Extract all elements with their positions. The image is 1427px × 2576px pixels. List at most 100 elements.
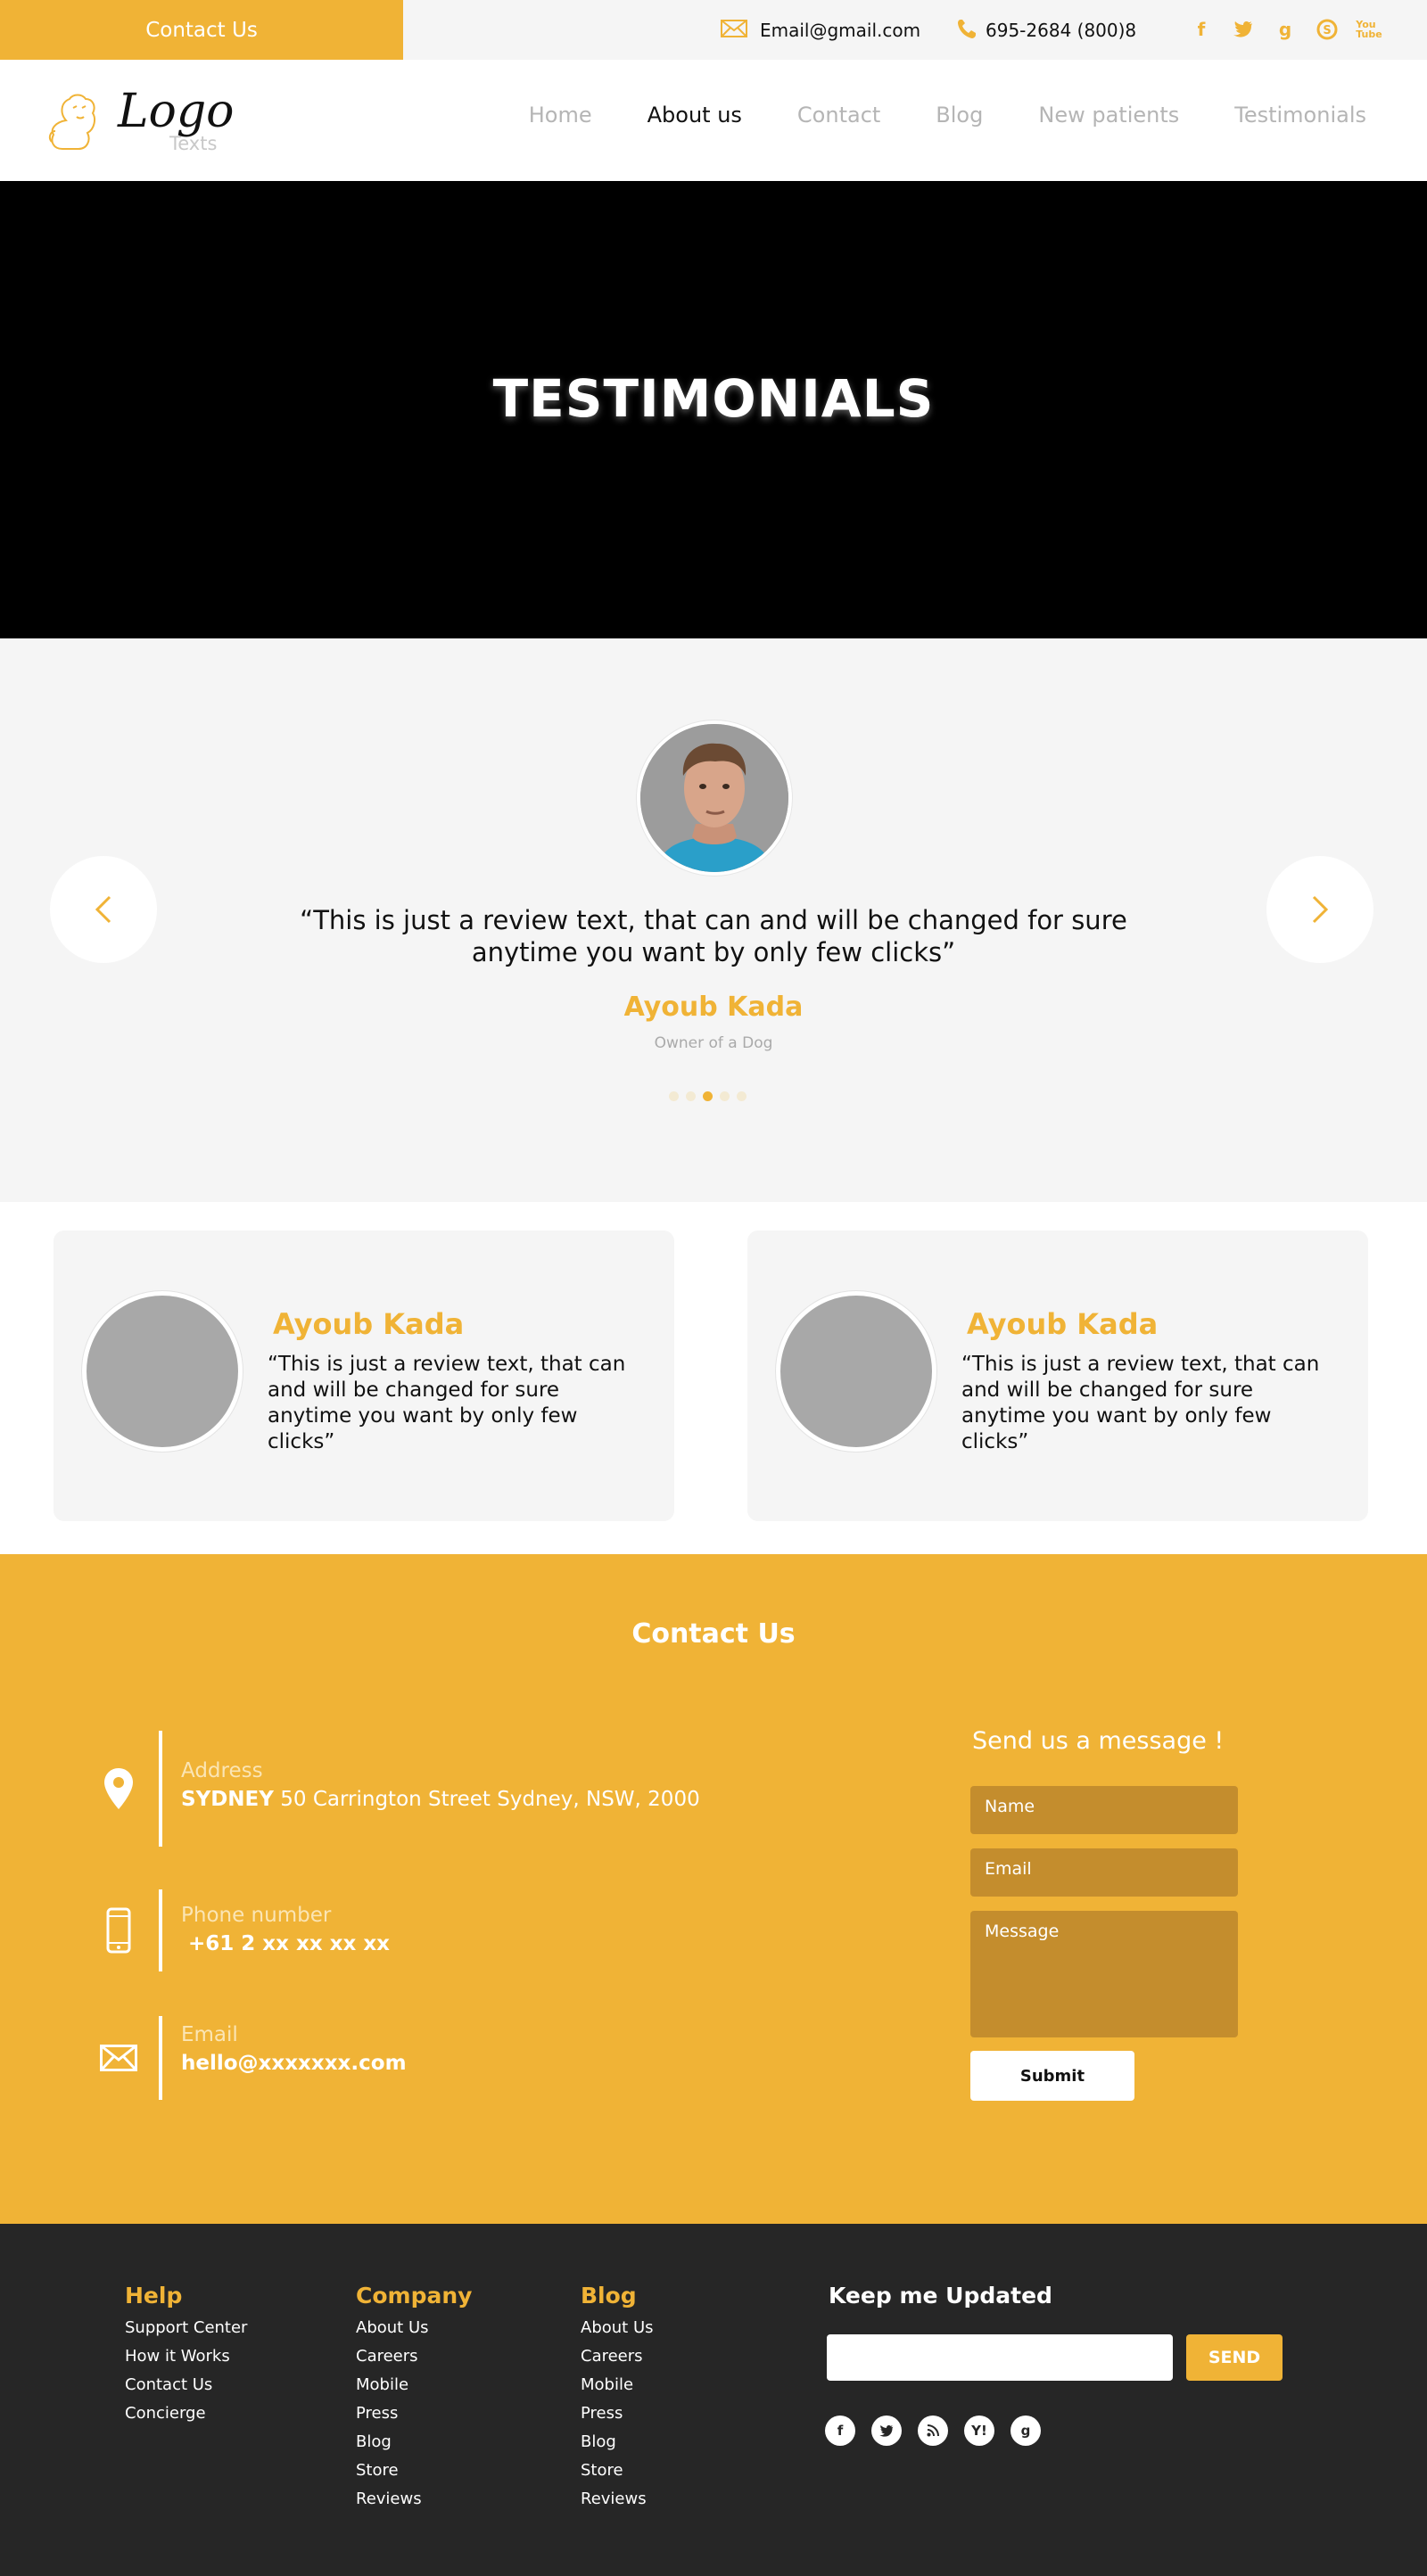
footer-link[interactable]: Mobile — [356, 2371, 472, 2399]
footer-company-column: Company About Us Careers Mobile Press Bl… — [356, 2283, 472, 2514]
carousel-dots — [669, 1091, 746, 1101]
email-label: Email — [181, 2023, 238, 2046]
twitter-icon[interactable] — [1233, 16, 1254, 43]
submit-button[interactable]: Submit — [970, 2051, 1134, 2101]
top-contact-button[interactable]: Contact Us — [0, 0, 403, 60]
hero-banner: TESTIMONIALS — [0, 181, 1427, 638]
testimonial-quote: “This is just a review text, that can an… — [300, 905, 1127, 967]
carousel-prev-button[interactable] — [50, 856, 157, 963]
footer-link[interactable]: Careers — [581, 2342, 654, 2371]
testimonial-card: Ayoub Kada “This is just a review text, … — [747, 1230, 1368, 1521]
map-pin-icon — [94, 1731, 144, 1847]
name-field[interactable]: Name — [970, 1786, 1238, 1834]
card-quote: “This is just a review text, that can an… — [961, 1353, 1320, 1453]
dog-logo-icon — [48, 94, 95, 150]
footer-link[interactable]: Reviews — [356, 2485, 472, 2514]
message-field[interactable]: Message — [970, 1911, 1238, 2037]
phone-label: Phone number — [181, 1904, 332, 1927]
svg-text:S: S — [1323, 24, 1331, 37]
carousel-dot[interactable] — [720, 1091, 730, 1101]
footer-help-title: Help — [125, 2283, 183, 2309]
footer-link[interactable]: Reviews — [581, 2485, 654, 2514]
mobile-phone-icon — [94, 1889, 144, 1971]
nav-item-blog[interactable]: Blog — [936, 103, 983, 128]
footer-link[interactable]: About Us — [581, 2314, 654, 2342]
phone-icon — [957, 18, 977, 44]
carousel-dot-active[interactable] — [703, 1091, 713, 1101]
nav-item-testimonials[interactable]: Testimonials — [1234, 103, 1366, 128]
testimonial-carousel: “This is just a review text, that can an… — [0, 638, 1427, 1202]
footer-link[interactable]: Blog — [356, 2428, 472, 2457]
logo-subtitle: Texts — [169, 133, 218, 154]
footer-link[interactable]: Concierge — [125, 2399, 247, 2428]
carousel-dot[interactable] — [737, 1091, 746, 1101]
top-social-links: f g S You Tube — [1191, 16, 1382, 43]
footer-help-column: Help Support Center How it Works Contact… — [125, 2283, 247, 2428]
page-title: TESTIMONIALS — [492, 367, 935, 429]
facebook-icon[interactable]: f — [825, 2416, 855, 2446]
newsletter-email-input[interactable] — [827, 2334, 1173, 2381]
contact-title: Contact Us — [631, 1618, 796, 1650]
youtube-icon[interactable]: You Tube — [1356, 16, 1382, 43]
footer-link[interactable]: Press — [356, 2399, 472, 2428]
card-author: Ayoub Kada — [967, 1307, 1159, 1341]
testimonial-role: Owner of a Dog — [654, 1034, 773, 1052]
footer-link[interactable]: Support Center — [125, 2314, 247, 2342]
avatar — [82, 1291, 243, 1452]
nav-item-new-patients[interactable]: New patients — [1038, 103, 1179, 128]
top-email[interactable]: Email@gmail.com — [721, 17, 920, 44]
footer-link[interactable]: How it Works — [125, 2342, 247, 2371]
chevron-right-icon — [1312, 895, 1329, 924]
nav-menu: Home About us Contact Blog New patients … — [474, 103, 1366, 128]
nav-item-contact[interactable]: Contact — [797, 103, 880, 128]
top-phone-text: 695-2684 (800)8 — [986, 20, 1137, 41]
footer-link[interactable]: Mobile — [581, 2371, 654, 2399]
footer-link[interactable]: Store — [356, 2457, 472, 2485]
envelope-icon — [94, 2016, 144, 2100]
carousel-next-button[interactable] — [1266, 856, 1373, 963]
newsletter-send-button[interactable]: SEND — [1186, 2334, 1283, 2381]
footer-blog-title: Blog — [581, 2283, 637, 2309]
yahoo-icon[interactable]: Y! — [964, 2416, 994, 2446]
google-icon[interactable]: g — [1010, 2416, 1041, 2446]
address-value: 50 Carrington Street Sydney, NSW, 2000 — [280, 1788, 700, 1811]
email-value[interactable]: hello@xxxxxxx.com — [181, 2052, 407, 2075]
footer-company-title: Company — [356, 2283, 473, 2309]
logo[interactable]: Logo Texts — [46, 78, 234, 162]
form-title: Send us a message ! — [972, 1727, 1225, 1755]
address-label: Address — [181, 1759, 263, 1782]
carousel-dot[interactable] — [686, 1091, 696, 1101]
avatar — [776, 1291, 936, 1452]
chevron-left-icon — [95, 895, 111, 924]
footer-link[interactable]: Press — [581, 2399, 654, 2428]
contact-section: Contact Us Address SYDNEY 50 Carrington … — [0, 1554, 1427, 2224]
top-phone[interactable]: 695-2684 (800)8 — [957, 17, 1136, 44]
testimonial-card: Ayoub Kada “This is just a review text, … — [54, 1230, 674, 1521]
footer-blog-column: Blog About Us Careers Mobile Press Blog … — [581, 2283, 654, 2514]
nav-item-about-us[interactable]: About us — [648, 103, 742, 128]
card-author: Ayoub Kada — [273, 1307, 465, 1341]
footer: Help Support Center How it Works Contact… — [0, 2224, 1427, 2576]
google-icon[interactable]: g — [1274, 16, 1296, 43]
twitter-icon[interactable] — [871, 2416, 902, 2446]
footer-link[interactable]: Careers — [356, 2342, 472, 2371]
carousel-dot[interactable] — [669, 1091, 679, 1101]
testimonial-avatar — [637, 720, 792, 876]
footer-link[interactable]: Contact Us — [125, 2371, 247, 2399]
main-navbar: Logo Texts Home About us Contact Blog Ne… — [0, 60, 1427, 181]
footer-link[interactable]: About Us — [356, 2314, 472, 2342]
phone-value: +61 2 xx xx xx xx — [188, 1932, 391, 1955]
email-field[interactable]: Email — [970, 1848, 1238, 1897]
rss-icon[interactable] — [918, 2416, 948, 2446]
footer-link[interactable]: Blog — [581, 2428, 654, 2457]
footer-link[interactable]: Store — [581, 2457, 654, 2485]
newsletter-title: Keep me Updated — [829, 2283, 1052, 2309]
logo-title: Logo — [118, 85, 235, 138]
address-city: SYDNEY — [181, 1788, 274, 1811]
testimonial-author: Ayoub Kada — [623, 992, 804, 1023]
nav-item-home[interactable]: Home — [529, 103, 592, 128]
top-bar: Contact Us Email@gmail.com 695-2684 (800… — [0, 0, 1427, 60]
facebook-icon[interactable]: f — [1191, 16, 1212, 43]
phone-info: Phone number +61 2 xx xx xx xx — [94, 1889, 390, 1971]
skype-icon[interactable]: S — [1316, 16, 1338, 43]
